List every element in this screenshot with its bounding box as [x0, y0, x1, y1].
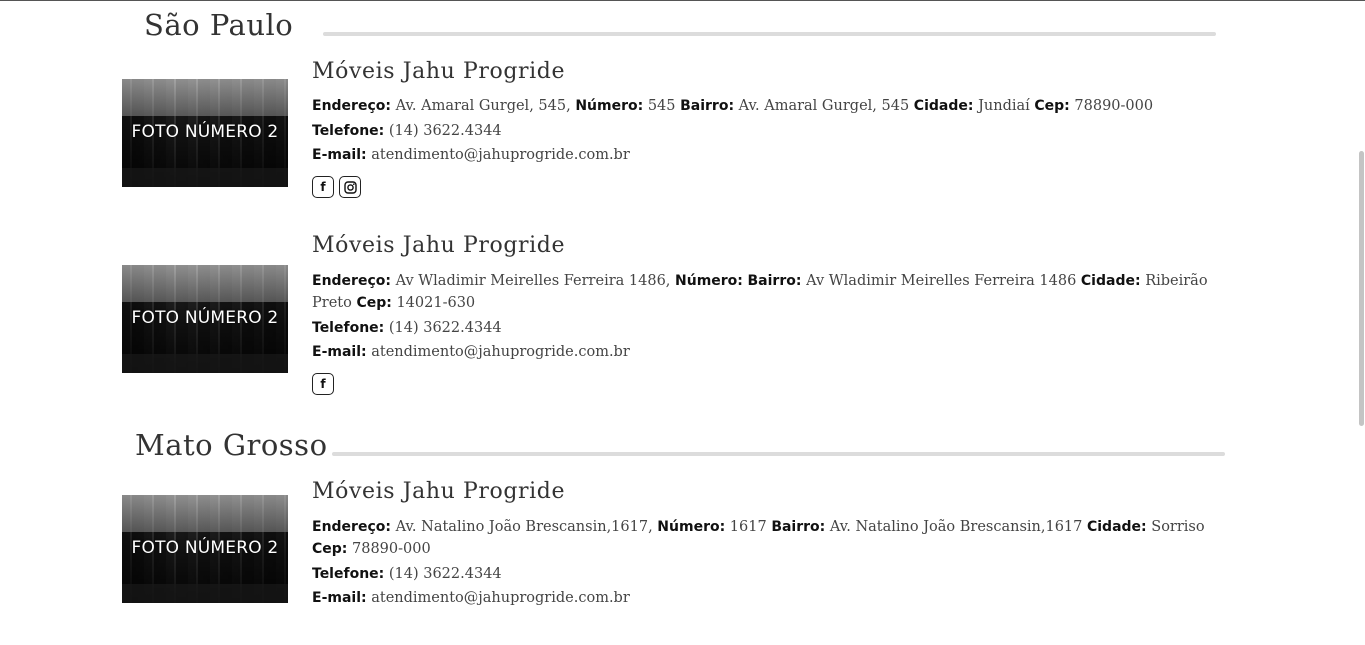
label-email: E-mail: [312, 147, 367, 163]
label-cidade: Cidade: [913, 98, 974, 114]
instagram-icon[interactable] [339, 176, 361, 198]
label-telefone: Telefone: [312, 320, 385, 336]
store-name: Móveis Jahu Progride [312, 59, 566, 84]
neighborhood-value: Av. Amaral Gurgel, 545 [738, 98, 910, 114]
store-address: Endereço: Av Wladimir Meirelles Ferreira… [312, 270, 1237, 314]
label-endereco: Endereço: [312, 98, 391, 114]
store-phone: Telefone: (14) 3622.4344 [312, 317, 1237, 339]
label-endereco: Endereço: [312, 519, 391, 535]
facebook-icon[interactable]: f [312, 373, 334, 395]
address-value: Av Wladimir Meirelles Ferreira 1486, [395, 273, 671, 289]
region-divider [332, 452, 1225, 456]
store-photo-label: FOTO NÚMERO 2 [131, 122, 279, 142]
address-value: Av. Amaral Gurgel, 545, [395, 98, 571, 114]
instagram-glyph [343, 180, 357, 194]
store-phone: Telefone: (14) 3622.4344 [312, 563, 1237, 585]
store-photo[interactable]: FOTO NÚMERO 2 [122, 265, 288, 373]
scrollbar-thumb[interactable] [1359, 151, 1364, 426]
number-value: 545 [647, 98, 676, 114]
neighborhood-value: Av Wladimir Meirelles Ferreira 1486 [806, 273, 1077, 289]
store-name: Móveis Jahu Progride [312, 233, 566, 258]
store-address: Endereço: Av. Amaral Gurgel, 545, Número… [312, 95, 1237, 117]
email-value[interactable]: atendimento@jahuprogride.com.br [371, 344, 630, 360]
label-numero: Número: [575, 98, 644, 114]
region-title-mato-grosso: Mato Grosso [135, 428, 328, 462]
email-value[interactable]: atendimento@jahuprogride.com.br [371, 590, 630, 606]
store-address: Endereço: Av. Natalino João Brescansin,1… [312, 516, 1237, 560]
store-photo[interactable]: FOTO NÚMERO 2 [122, 79, 288, 187]
store-email: E-mail: atendimento@jahuprogride.com.br [312, 587, 1237, 609]
store-email: E-mail: atendimento@jahuprogride.com.br [312, 341, 1237, 363]
store-photo[interactable]: FOTO NÚMERO 2 [122, 495, 288, 603]
scrollbar[interactable] [1357, 1, 1365, 645]
label-endereco: Endereço: [312, 273, 391, 289]
facebook-icon[interactable]: f [312, 176, 334, 198]
label-cidade: Cidade: [1086, 519, 1147, 535]
cep-value: 78890-000 [1074, 98, 1154, 114]
social-links: f [312, 373, 334, 395]
store-photo-label: FOTO NÚMERO 2 [131, 308, 279, 328]
address-value: Av. Natalino João Brescansin,1617, [395, 519, 653, 535]
city-value: Sorriso [1151, 519, 1205, 535]
phone-value: (14) 3622.4344 [388, 566, 502, 582]
label-numero: Número: [657, 519, 726, 535]
label-bairro: Bairro: [747, 273, 802, 289]
label-cidade: Cidade: [1080, 273, 1141, 289]
label-numero: Número: [675, 273, 743, 289]
region-title-sao-paulo: São Paulo [144, 8, 294, 42]
label-telefone: Telefone: [312, 123, 385, 139]
label-cep: Cep: [356, 295, 392, 311]
cep-value: 78890-000 [352, 541, 431, 557]
region-divider [323, 32, 1216, 36]
label-bairro: Bairro: [771, 519, 826, 535]
phone-value: (14) 3622.4344 [388, 123, 502, 139]
cep-value: 14021-630 [396, 295, 476, 311]
phone-value: (14) 3622.4344 [388, 320, 502, 336]
store-email: E-mail: atendimento@jahuprogride.com.br [312, 144, 1237, 166]
email-value[interactable]: atendimento@jahuprogride.com.br [371, 147, 630, 163]
store-name: Móveis Jahu Progride [312, 479, 566, 504]
label-cep: Cep: [1034, 98, 1070, 114]
label-cep: Cep: [312, 541, 348, 557]
city-value: Jundiaí [978, 98, 1030, 114]
label-telefone: Telefone: [312, 566, 385, 582]
label-email: E-mail: [312, 344, 367, 360]
number-value: 1617 [729, 519, 767, 535]
neighborhood-value: Av. Natalino João Brescansin,1617 [829, 519, 1083, 535]
label-email: E-mail: [312, 590, 367, 606]
store-photo-label: FOTO NÚMERO 2 [131, 538, 279, 558]
social-links: f [312, 176, 361, 198]
store-phone: Telefone: (14) 3622.4344 [312, 120, 1237, 142]
label-bairro: Bairro: [680, 98, 735, 114]
